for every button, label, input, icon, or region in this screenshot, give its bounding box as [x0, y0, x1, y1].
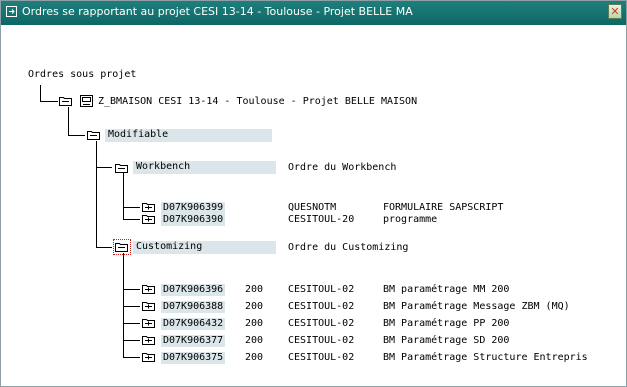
order-id[interactable]: D07K906432	[161, 318, 226, 330]
order-id[interactable]: D07K906377	[161, 335, 226, 347]
order-folder-icon	[142, 203, 155, 212]
modifiable-label[interactable]: Modifiable	[105, 129, 272, 142]
order-client: 200	[245, 352, 264, 363]
order-description: BM Paramétrage Message ZBM (MQ)	[383, 301, 570, 312]
close-icon: ✕	[610, 5, 620, 18]
project-name[interactable]: Z_BMAISON CESI 13-14 - Toulouse - Projet…	[98, 96, 417, 108]
order-id[interactable]: D07K906390	[161, 214, 226, 226]
window-icon	[6, 6, 17, 17]
order-description: BM Paramétrage SD 200	[383, 335, 510, 346]
title-bar: Ordres se rapportant au projet CESI 13-1…	[1, 1, 626, 25]
order-folder-icon	[142, 215, 155, 224]
expand-folder-icon[interactable]	[115, 242, 128, 252]
tree-content: Ordres sous projet Z_BMAISON CESI 13-14 …	[1, 25, 626, 386]
order-folder-icon	[142, 336, 155, 345]
order-owner: QUESNOTM	[288, 202, 337, 213]
window-title: Ordres se rapportant au projet CESI 13-1…	[22, 5, 413, 18]
order-folder-icon	[142, 285, 155, 294]
workbench-label[interactable]: Workbench	[133, 161, 276, 174]
expand-folder-icon[interactable]	[59, 96, 72, 106]
order-owner: CESITOUL-02	[288, 335, 355, 346]
order-owner: CESITOUL-02	[288, 284, 355, 295]
expand-folder-icon[interactable]	[115, 163, 128, 173]
order-client: 200	[245, 335, 264, 346]
customizing-label[interactable]: Customizing	[133, 241, 276, 254]
customizing-description: Ordre du Customizing	[288, 242, 409, 253]
close-button[interactable]: ✕	[608, 4, 622, 19]
order-description: BM Paramétrage Structure Entrepris	[383, 352, 588, 363]
order-id[interactable]: D07K906388	[161, 301, 226, 313]
order-client: 200	[245, 284, 264, 295]
order-id[interactable]: D07K906399	[161, 202, 226, 214]
order-id[interactable]: D07K906375	[161, 352, 226, 364]
root-label: Ordres sous projet	[28, 69, 137, 80]
order-folder-icon	[142, 353, 155, 362]
order-id[interactable]: D07K906396	[161, 284, 226, 296]
order-folder-icon	[142, 319, 155, 328]
order-description: FORMULAIRE SAPSCRIPT	[383, 202, 504, 213]
order-owner: CESITOUL-02	[288, 301, 355, 312]
order-description: BM paramétrage MM 200	[383, 284, 510, 295]
expand-folder-icon[interactable]	[87, 130, 100, 140]
order-description: programme	[383, 214, 438, 225]
order-owner: CESITOUL-02	[288, 352, 355, 363]
transport-orders-window: Ordres se rapportant au projet CESI 13-1…	[0, 0, 627, 387]
order-client: 200	[245, 318, 264, 329]
workbench-description: Ordre du Workbench	[288, 162, 397, 173]
order-client: 200	[245, 301, 264, 312]
project-icon	[80, 95, 93, 107]
order-owner: CESITOUL-20	[288, 214, 355, 225]
order-description: BM Paramétrage PP 200	[383, 318, 510, 329]
order-owner: CESITOUL-02	[288, 318, 355, 329]
order-folder-icon	[142, 302, 155, 311]
